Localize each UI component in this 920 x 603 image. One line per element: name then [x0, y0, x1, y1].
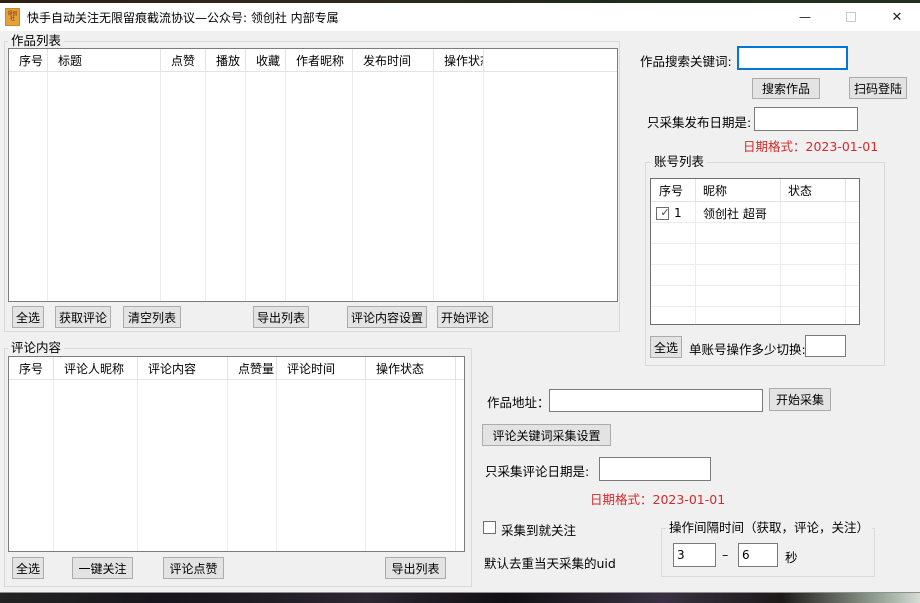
column-header-nickname[interactable]: 昵称 [696, 179, 781, 201]
publish-date-format-hint: 日期格式：2023-01-01 [743, 136, 878, 155]
select-all-accounts-button[interactable]: 全选 [650, 336, 682, 358]
works-group-title: 作品列表 [8, 33, 64, 48]
work-url-input[interactable] [549, 389, 763, 412]
column-header-filler [456, 357, 465, 379]
work-search-keyword-label: 作品搜索关键词: [640, 51, 732, 70]
qr-login-button[interactable]: 扫码登陆 [849, 77, 907, 99]
account-row[interactable]: ✓ 1 领创社 超哥 [651, 202, 859, 224]
column-header-index[interactable]: 序号 [9, 357, 54, 379]
works-table-header: 序号 标题 点赞 播放 收藏 作者昵称 发布时间 操作状态 [9, 49, 617, 72]
window-controls: — ✕ [782, 3, 920, 31]
comment-date-input[interactable] [599, 457, 711, 481]
accounts-group-title: 账号列表 [651, 154, 707, 169]
follow-on-collect-checkbox[interactable] [483, 521, 496, 534]
desktop-background-bottom [0, 593, 920, 603]
column-header-like-count[interactable]: 点赞量 [228, 357, 277, 379]
work-url-label: 作品地址： [487, 392, 550, 411]
comment-date-label: 只采集评论日期是: [485, 461, 589, 480]
app-logo-text-bottom: 社 [10, 17, 15, 22]
column-header-publish-time[interactable]: 发布时间 [353, 49, 434, 71]
comments-group-title: 评论内容 [8, 340, 64, 355]
account-switch-label: 单账号操作多少切换: [689, 339, 806, 358]
column-header-comment-time[interactable]: 评论时间 [277, 357, 366, 379]
publish-date-label: 只采集发布日期是: [647, 112, 751, 131]
account-checkbox[interactable]: ✓ [656, 207, 669, 220]
column-header-author[interactable]: 作者昵称 [286, 49, 353, 71]
works-table: 序号 标题 点赞 播放 收藏 作者昵称 发布时间 操作状态 [8, 48, 618, 302]
export-works-list-button[interactable]: 导出列表 [253, 306, 309, 328]
one-click-follow-button[interactable]: 一键关注 [72, 557, 133, 579]
window-titlebar: 领创 社 快手自动关注无限留痕截流协议—公众号: 领创社 内部专属 — ✕ [0, 3, 920, 31]
get-comments-button[interactable]: 获取评论 [55, 306, 111, 328]
app-logo-icon: 领创 社 [5, 8, 20, 26]
column-header-status[interactable]: 状态 [781, 179, 846, 201]
comments-table-header: 序号 评论人昵称 评论内容 点赞量 评论时间 操作状态 [9, 357, 464, 380]
accounts-table-header: 序号 昵称 状态 [651, 179, 859, 202]
account-index-cell: ✓ 1 [651, 206, 696, 220]
comment-date-format-hint: 日期格式：2023-01-01 [590, 489, 725, 508]
column-header-comment-content[interactable]: 评论内容 [138, 357, 228, 379]
comments-table: 序号 评论人昵称 评论内容 点赞量 评论时间 操作状态 [8, 356, 465, 552]
column-header-title[interactable]: 标题 [48, 49, 161, 71]
follow-on-collect-label: 采集到就关注 [501, 520, 576, 539]
interval-unit: 秒 [785, 547, 798, 566]
start-collect-button[interactable]: 开始采集 [769, 388, 831, 411]
comment-like-button[interactable]: 评论点赞 [163, 557, 224, 579]
search-works-button[interactable]: 搜索作品 [752, 78, 820, 99]
accounts-table-body: ✓ 1 领创社 超哥 [651, 202, 859, 324]
select-all-comments-button[interactable]: 全选 [12, 557, 44, 579]
column-header-plays[interactable]: 播放 [206, 49, 246, 71]
interval-min-input[interactable] [673, 543, 716, 567]
column-header-index[interactable]: 序号 [651, 179, 696, 201]
column-header-likes[interactable]: 点赞 [161, 49, 206, 71]
column-header-index[interactable]: 序号 [9, 49, 48, 71]
column-header-filler [846, 179, 859, 201]
close-button[interactable]: ✕ [874, 3, 920, 31]
dedupe-note: 默认去重当天采集的uid [484, 553, 616, 572]
interval-group-title: 操作间隔时间（获取，评论，关注） [666, 520, 872, 535]
comments-table-body [9, 380, 464, 551]
column-header-commenter[interactable]: 评论人昵称 [54, 357, 138, 379]
comment-content-settings-button[interactable]: 评论内容设置 [347, 306, 427, 328]
export-comments-list-button[interactable]: 导出列表 [385, 557, 446, 579]
account-index: 1 [674, 206, 682, 220]
account-switch-input[interactable] [805, 335, 846, 357]
interval-dash: – [722, 547, 728, 562]
publish-date-input[interactable] [754, 107, 858, 131]
start-comment-button[interactable]: 开始评论 [437, 306, 493, 328]
maximize-button [828, 3, 874, 31]
column-header-status[interactable]: 操作状态 [366, 357, 456, 379]
work-search-keyword-input[interactable] [737, 46, 848, 70]
interval-max-input[interactable] [738, 543, 778, 567]
account-nickname: 领创社 超哥 [696, 205, 781, 222]
select-all-works-button[interactable]: 全选 [12, 306, 44, 328]
window-title: 快手自动关注无限留痕截流协议—公众号: 领创社 内部专属 [27, 9, 339, 26]
maximize-icon [846, 12, 856, 22]
works-table-body [9, 72, 617, 301]
clear-list-button[interactable]: 清空列表 [123, 306, 181, 328]
column-header-filler [484, 49, 617, 71]
accounts-table: 序号 昵称 状态 ✓ 1 领创社 超哥 [650, 178, 860, 325]
check-icon: ✓ [660, 207, 669, 218]
column-header-status[interactable]: 操作状态 [434, 49, 484, 71]
column-header-favorites[interactable]: 收藏 [246, 49, 286, 71]
comment-keyword-collect-settings-button[interactable]: 评论关键词采集设置 [482, 424, 611, 446]
minimize-button[interactable]: — [782, 3, 828, 31]
